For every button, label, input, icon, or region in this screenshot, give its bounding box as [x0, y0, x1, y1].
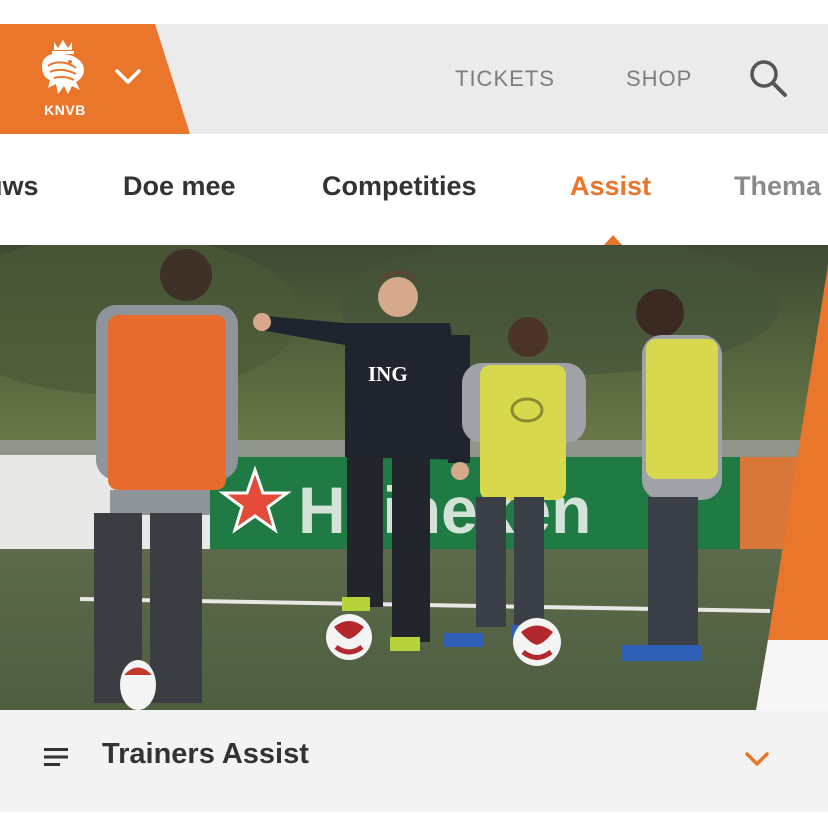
logo-text: KNVB	[44, 102, 86, 118]
sub-nav-title: Trainers Assist	[102, 738, 309, 770]
top-bar: KNVB TICKETS SHOP	[0, 24, 828, 134]
search-icon[interactable]	[748, 58, 788, 98]
lion-crest-icon	[42, 40, 84, 94]
nav-item-thema[interactable]: Thema	[734, 171, 821, 202]
shop-link[interactable]: SHOP	[626, 66, 692, 92]
nav-item-competities[interactable]: Competities	[322, 171, 477, 202]
main-nav: uws Doe mee Competities Assist Thema	[0, 134, 828, 245]
chevron-down-icon[interactable]	[744, 750, 770, 768]
knvb-logo-menu[interactable]: KNVB	[0, 24, 190, 134]
nav-item-assist[interactable]: Assist	[570, 171, 651, 202]
tickets-link[interactable]: TICKETS	[455, 66, 555, 92]
hero-image: Heineken ING	[0, 245, 828, 710]
shirt-text: ING	[368, 362, 408, 386]
nav-item-nieuws[interactable]: uws	[0, 171, 39, 202]
nav-item-doe-mee[interactable]: Doe mee	[123, 171, 236, 202]
sub-nav-bar[interactable]: Trainers Assist	[0, 710, 828, 812]
menu-icon[interactable]	[44, 746, 70, 768]
active-indicator	[604, 235, 622, 245]
chevron-down-icon[interactable]	[114, 68, 142, 86]
